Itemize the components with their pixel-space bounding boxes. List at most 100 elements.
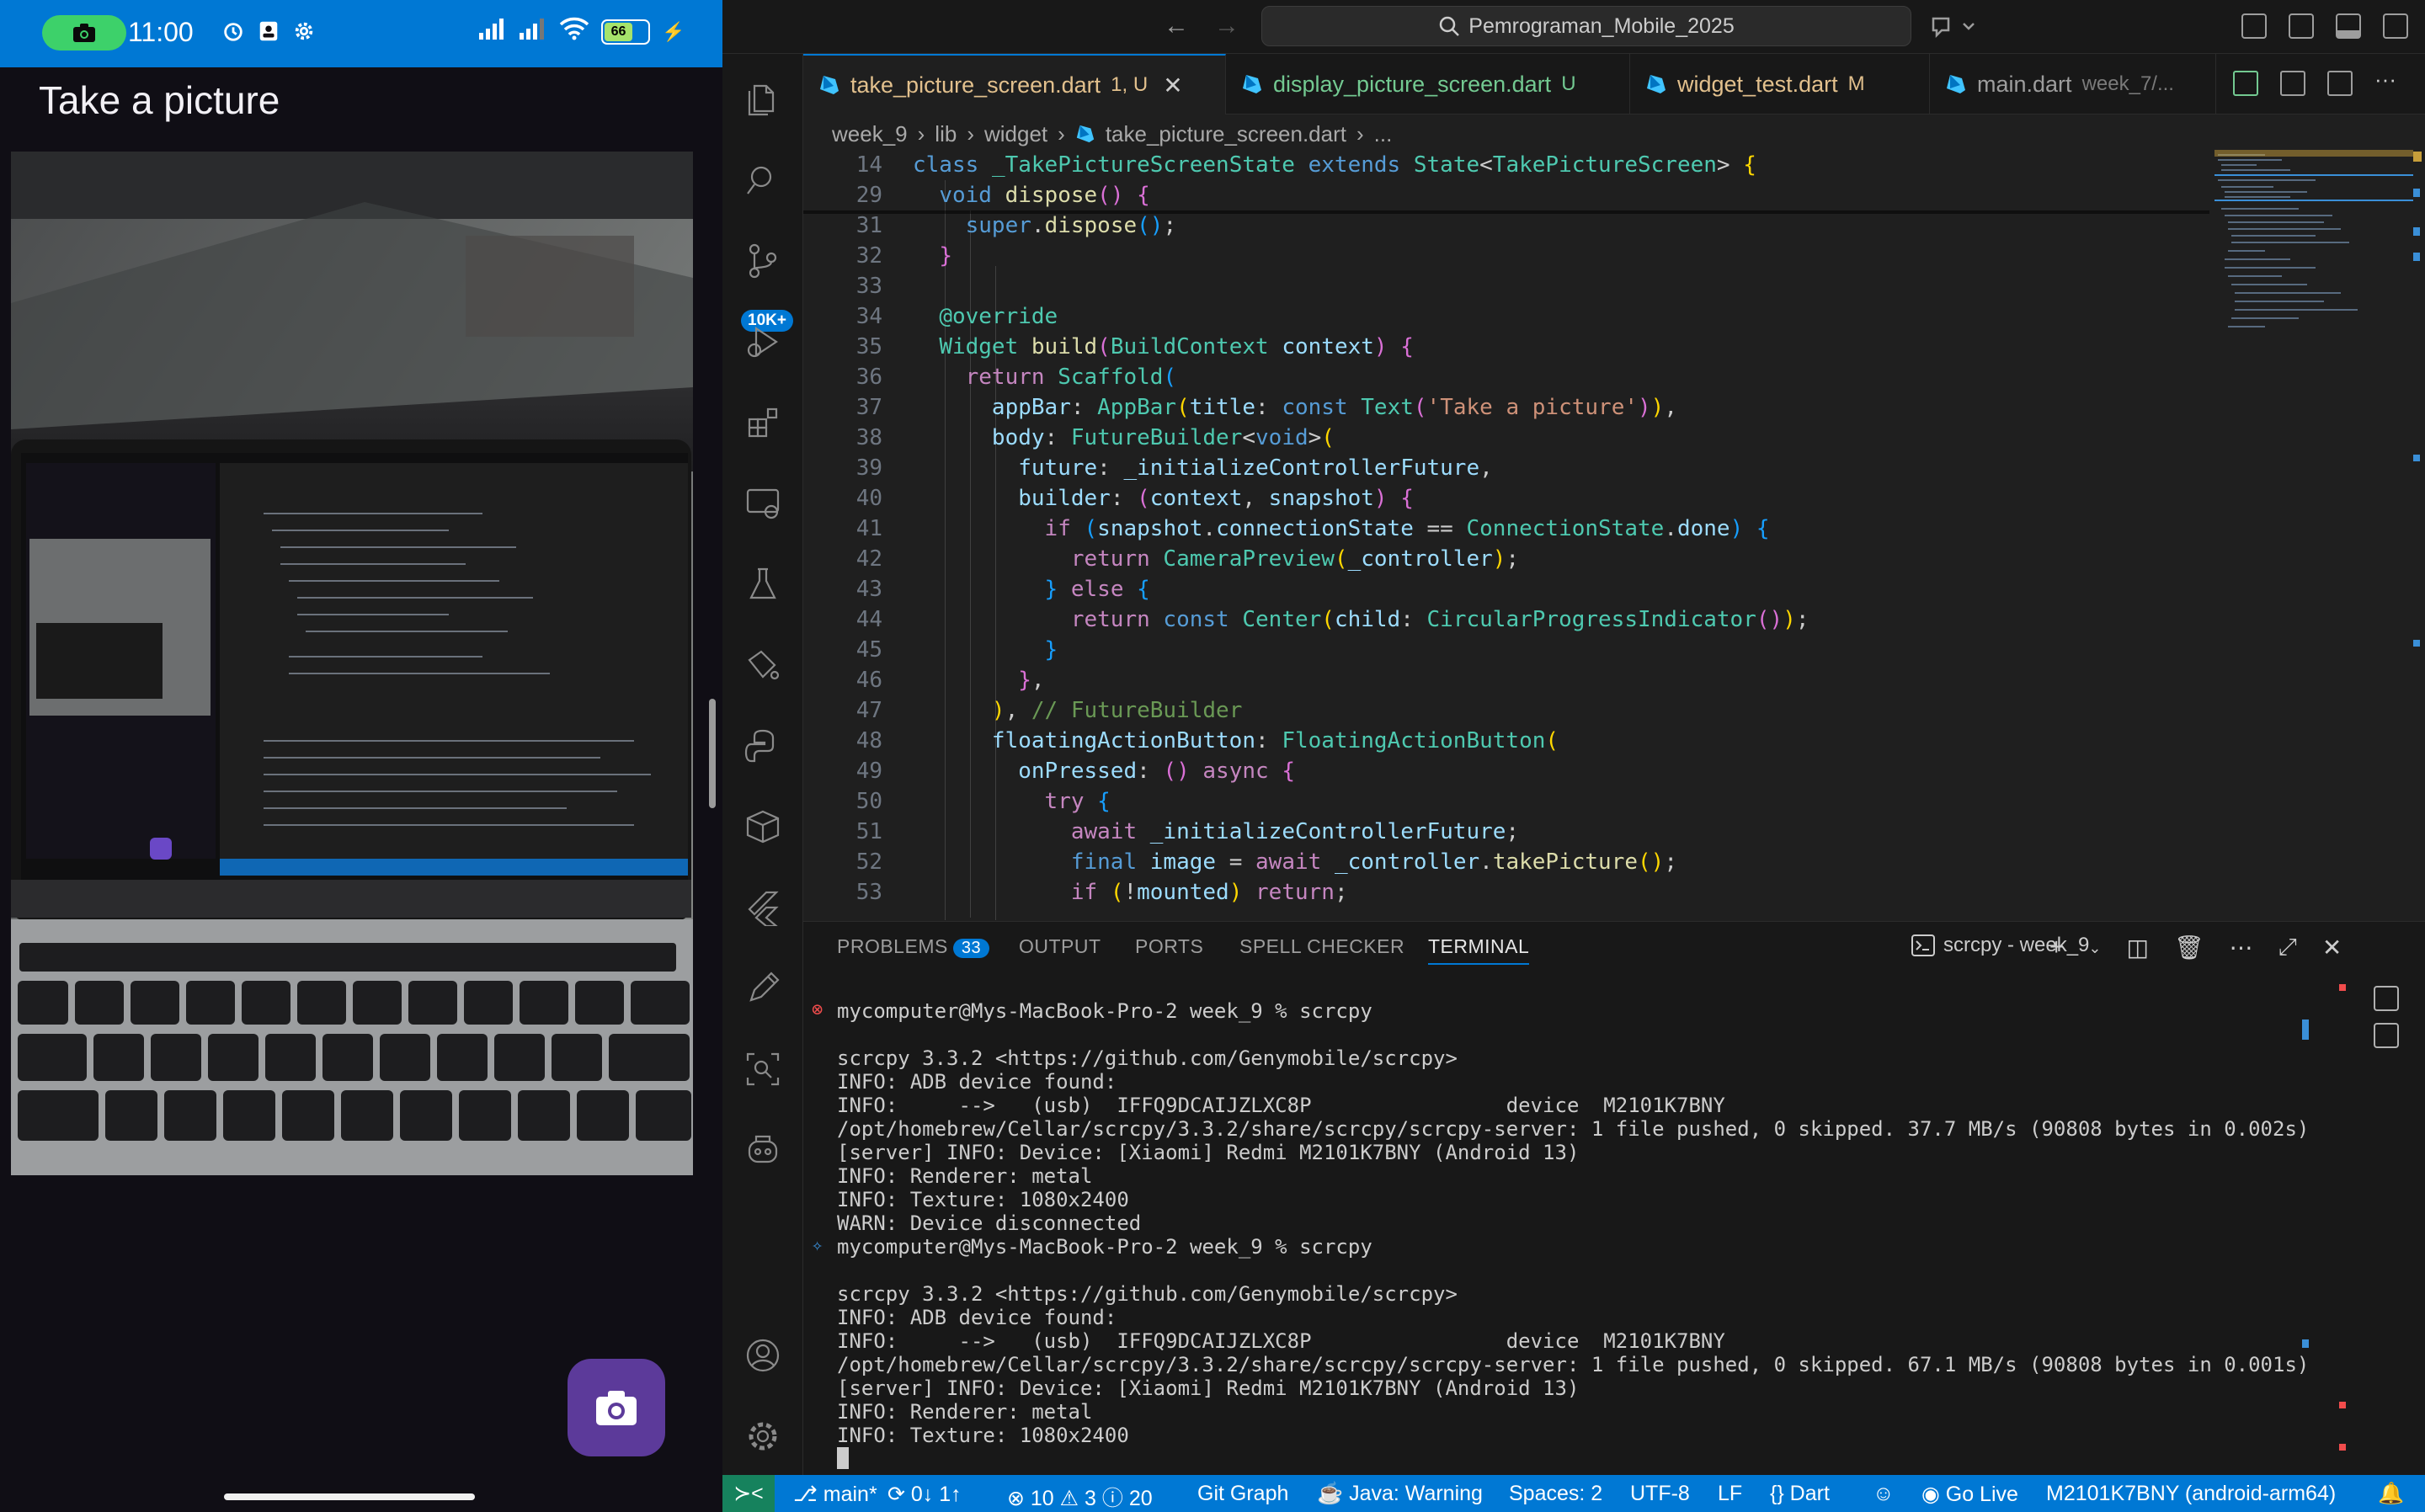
breadcrumb-item[interactable]: widget — [984, 121, 1047, 147]
minimap[interactable] — [2214, 150, 2413, 402]
terminal-instance-icon[interactable] — [2374, 986, 2399, 1011]
run-icon[interactable] — [2233, 71, 2258, 96]
code-editor[interactable]: 14 class _TakePictureScreenState extends … — [803, 150, 2425, 920]
split-editor-icon[interactable] — [2327, 71, 2353, 96]
terminal-instance-icon[interactable] — [2374, 1023, 2399, 1048]
problems-indicator[interactable]: ⊗ 10 ⚠ 3 ⓘ 20 — [1007, 1482, 1153, 1512]
code-line: 34 @override — [855, 304, 1058, 329]
remote-indicator-icon[interactable]: ≻< — [722, 1475, 775, 1512]
sync-indicator[interactable]: ⟳ 0↓ 1↑ — [887, 1482, 962, 1507]
tab-output[interactable]: OUTPUT — [1019, 935, 1101, 958]
encoding-indicator[interactable]: UTF-8 — [1630, 1482, 1690, 1506]
terminal-line: mycomputer@Mys-MacBook-Pro-2 week_9 % sc… — [837, 999, 1372, 1023]
android-status-bar: 11:00 66 ⚡ — [0, 0, 722, 67]
take-picture-fab[interactable] — [568, 1359, 665, 1456]
breadcrumb-item[interactable]: take_picture_screen.dart — [1106, 121, 1346, 147]
run-debug-icon[interactable] — [743, 322, 783, 362]
explorer-icon[interactable] — [743, 79, 783, 120]
code-line: 48 floatingActionButton: FloatingActionB… — [855, 728, 1559, 753]
tab-label: main.dart — [1977, 71, 2072, 97]
code-line: 32 } — [855, 243, 952, 269]
eol-indicator[interactable]: LF — [1718, 1482, 1742, 1506]
split-terminal-icon[interactable]: ◫ — [2126, 934, 2148, 962]
remote-explorer-icon[interactable] — [743, 483, 783, 524]
terminal-overview-ruler — [2339, 977, 2346, 1474]
terminal-line: mycomputer@Mys-MacBook-Pro-2 week_9 % sc… — [837, 1235, 1372, 1259]
customize-layout-icon[interactable] — [2241, 13, 2267, 39]
window-split-handle[interactable] — [709, 699, 716, 808]
breadcrumb-item[interactable]: week_9 — [832, 121, 908, 147]
open-changes-icon[interactable] — [2280, 71, 2305, 96]
copilot-chat-icon[interactable] — [743, 1130, 783, 1170]
maximize-panel-icon[interactable]: ⤢ — [2278, 934, 2296, 962]
tab-display-picture-screen[interactable]: display_picture_screen.dart U — [1226, 54, 1630, 114]
copilot-icon[interactable] — [1930, 12, 1980, 42]
terminal-list — [2348, 977, 2425, 1078]
new-terminal-icon[interactable]: + — [2049, 934, 2063, 962]
more-actions-icon[interactable]: ··· — [2374, 68, 2400, 96]
language-mode[interactable]: {} Dart — [1770, 1482, 1830, 1506]
code-line: 14 class _TakePictureScreenState extends … — [855, 152, 1756, 178]
indentation-indicator[interactable]: Spaces: 2 — [1509, 1482, 1602, 1506]
tab-take-picture-screen[interactable]: take_picture_screen.dart 1, U ✕ — [803, 54, 1226, 114]
dart-file-icon — [1243, 75, 1261, 93]
chevron-down-icon[interactable]: ⌄ — [2088, 934, 2101, 962]
back-arrow-icon[interactable]: ← — [1164, 12, 1189, 40]
activity-bar: 10K+ — [722, 54, 803, 1475]
toggle-panel-icon[interactable] — [2336, 13, 2361, 39]
java-status[interactable]: ☕ Java: Warning — [1317, 1482, 1483, 1506]
terminal-output[interactable]: ⊗ ✧ mycomputer@Mys-MacBook-Pro-2 week_9 … — [803, 999, 2319, 1471]
command-center-label: Pemrograman_Mobile_2025 — [1468, 13, 1735, 38]
pen-edit-icon[interactable] — [743, 968, 783, 1009]
tab-ports[interactable]: PORTS — [1135, 935, 1203, 958]
more-actions-icon[interactable]: ⋯ — [2229, 934, 2252, 962]
testing-icon[interactable] — [743, 564, 783, 604]
gesture-home-bar[interactable] — [224, 1493, 475, 1500]
forward-arrow-icon[interactable]: → — [1214, 12, 1239, 40]
git-graph-button[interactable]: Git Graph — [1197, 1482, 1288, 1506]
terminal-line: scrcpy 3.3.2 <https://github.com/Genymob… — [837, 1046, 1458, 1070]
tab-main[interactable]: main.dart week_7/... — [1930, 54, 2216, 114]
contact-card-icon — [256, 19, 281, 44]
command-center-search[interactable]: Pemrograman_Mobile_2025 — [1261, 6, 1911, 46]
tab-widget-test[interactable]: widget_test.dart M — [1630, 54, 1930, 114]
code-line: 45 } — [855, 637, 1058, 663]
toggle-sidebar-icon[interactable] — [2289, 13, 2314, 39]
signal-bars-icon-2 — [519, 18, 547, 45]
terminal-icon — [1911, 934, 1935, 956]
source-control-icon[interactable] — [743, 241, 783, 281]
tab-spell-checker[interactable]: SPELL CHECKER — [1239, 935, 1404, 958]
notifications-bell-icon[interactable]: 🔔 — [2378, 1482, 2404, 1506]
charging-bolt-icon: ⚡ — [662, 20, 685, 42]
breadcrumb-item[interactable]: lib — [935, 121, 957, 147]
paint-bucket-icon[interactable] — [743, 645, 783, 685]
accounts-icon[interactable] — [743, 1335, 783, 1376]
manage-gear-icon[interactable] — [743, 1416, 783, 1456]
terminal-scrollbar[interactable] — [2302, 977, 2310, 1474]
toggle-secondary-sidebar-icon[interactable] — [2383, 13, 2408, 39]
trash-icon[interactable]: 🗑 — [2174, 934, 2204, 962]
scan-search-icon[interactable] — [743, 1049, 783, 1089]
breadcrumb-item[interactable]: ... — [1374, 121, 1393, 147]
dart-file-icon — [820, 76, 839, 94]
close-tab-icon[interactable]: ✕ — [1163, 72, 1182, 99]
package-box-icon[interactable] — [743, 807, 783, 847]
camera-in-use-chip — [42, 15, 126, 51]
search-icon[interactable] — [743, 160, 783, 200]
flutter-device-selector[interactable]: M2101K7BNY (android-arm64) — [2046, 1482, 2336, 1506]
terminal-line: /opt/homebrew/Cellar/scrcpy/3.3.2/share/… — [837, 1117, 2310, 1141]
go-live-button[interactable]: ◉ Go Live — [1921, 1482, 2018, 1507]
close-panel-icon[interactable]: ✕ — [2322, 934, 2342, 962]
branch-indicator[interactable]: ⎇ main* — [793, 1482, 877, 1507]
copilot-status-icon[interactable]: ☺ — [1873, 1482, 1895, 1506]
flutter-icon[interactable] — [743, 887, 783, 928]
tab-problems[interactable]: PROBLEMS 33 — [837, 935, 990, 958]
python-icon[interactable] — [743, 726, 783, 766]
terminal-line: /opt/homebrew/Cellar/scrcpy/3.3.2/share/… — [837, 1353, 2310, 1376]
tab-label: display_picture_screen.dart — [1273, 71, 1552, 97]
code-line: 29 void dispose() { — [855, 183, 1150, 208]
alarm-icon — [221, 19, 246, 44]
tab-terminal[interactable]: TERMINAL — [1428, 935, 1530, 965]
terminal-line: INFO: --> (usb) IFFQ9DCAIJZLXC8P device … — [837, 1094, 1725, 1117]
extensions-icon[interactable] — [743, 402, 783, 443]
